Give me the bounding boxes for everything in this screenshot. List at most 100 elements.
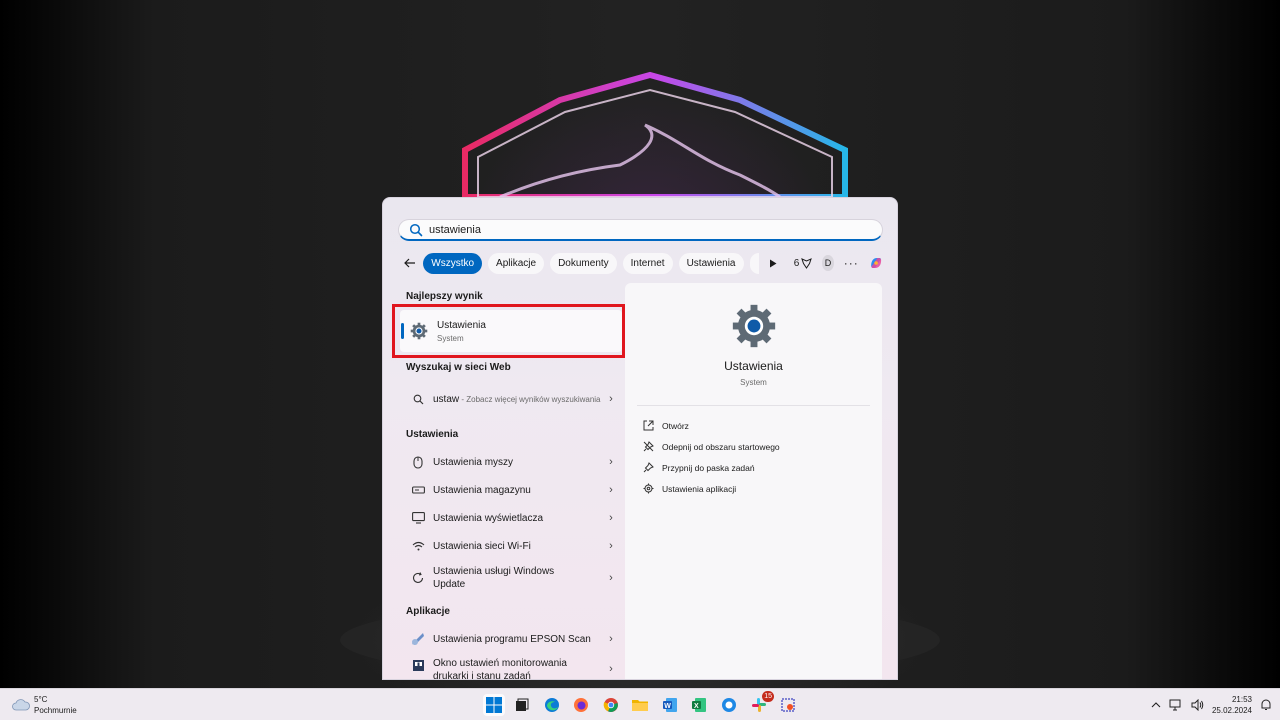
word-icon: W [663,698,677,712]
slack-app[interactable]: 15 [748,691,774,716]
printer-icon [410,657,426,673]
settings-result-label: Ustawienia wyświetlacza [433,512,544,524]
update-icon [410,570,426,586]
task-view-icon [516,698,529,711]
chevron-right-icon: › [609,393,613,405]
search-result-icon-wrap [410,391,426,407]
search-icon [409,223,423,236]
shield-app-icon [722,698,736,712]
preview-title: Ustawienia [724,359,783,373]
chevron-right-icon: › [609,663,613,675]
settings-result-label: Ustawienia myszy [433,456,514,468]
search-icon [413,394,423,404]
action-label: Otwórz [662,420,689,431]
start-button[interactable] [483,694,505,716]
excel-app[interactable]: X [688,694,710,716]
chevron-right-icon: › [609,572,613,584]
clock-date: 25.02.2024 [1211,706,1252,715]
more-filters-button[interactable] [765,253,779,274]
action-app-settings[interactable]: Ustawienia aplikacji [643,483,736,494]
snipping-tool-app[interactable] [777,694,799,716]
settings-result-mouse[interactable]: Ustawienia myszy › [400,450,622,474]
selection-indicator [401,323,404,339]
file-explorer-app[interactable] [629,694,651,716]
firefox-app[interactable] [570,694,592,716]
snip-icon [781,698,795,712]
task-view-button[interactable] [511,694,533,716]
volume-control[interactable] [1191,699,1204,711]
back-button[interactable] [403,253,417,273]
web-search-term: ustaw [433,393,460,405]
filter-row: Wszystko Aplikacje Dokumenty Internet Us… [403,252,883,274]
filter-chip-internet[interactable]: Internet [622,252,673,274]
chevron-right-icon: › [609,633,613,645]
filter-chip-documents[interactable]: Dokumenty [550,252,617,274]
app-result-label: Okno ustawień monitorowania drukarki i s… [433,658,567,680]
filter-chip-apps[interactable]: Aplikacje [488,252,545,274]
clock[interactable]: 21:53 25.02.2024 [1212,694,1252,716]
app-result-epson-scan[interactable]: Ustawienia programu EPSON Scan › [400,627,622,651]
firefox-icon [574,698,588,712]
settings-result-label: Ustawienia usługi Windows Update [433,566,555,590]
preview-subtitle: System [740,378,767,387]
excel-icon: X [692,698,706,712]
chevron-up-icon [1151,702,1161,708]
network-status[interactable] [1169,699,1183,711]
web-search-hint: - Zobacz więcej wyników wyszukiwania [459,394,601,404]
action-label: Ustawienia aplikacji [662,483,737,494]
chevron-right-icon: › [609,540,613,552]
section-best-result: Najlepszy wynik [406,291,483,302]
search-input[interactable] [429,223,849,236]
settings-result-label: Ustawienia magazynu [433,484,531,496]
pin-icon [643,462,654,473]
rewards-points[interactable]: 6 [794,258,813,269]
web-search-result[interactable]: ustaw - Zobacz więcej wyników wyszukiwan… [400,383,622,415]
notifications-button[interactable] [1260,699,1272,711]
action-label: Przypnij do paska zadań [662,462,755,473]
network-icon [1169,699,1181,711]
notification-badge: 15 [762,691,774,702]
settings-result-wifi[interactable]: Ustawienia sieci Wi-Fi › [400,534,622,558]
clock-time: 21:53 [1231,695,1252,704]
weather-widget[interactable]: 5°C Pochmurnie [12,695,77,715]
chrome-icon [603,698,618,712]
word-app[interactable]: W [659,694,681,716]
filter-chip-settings[interactable]: Ustawienia [678,252,744,274]
gear-icon [643,483,654,494]
action-open[interactable]: Otwórz [643,420,689,431]
weather-temperature: 5°C [34,695,48,704]
svg-text:X: X [694,703,699,710]
search-box[interactable] [398,219,883,241]
storage-icon [410,482,426,498]
more-options-button[interactable]: ··· [844,256,859,270]
edge-app[interactable] [541,694,563,716]
play-icon [769,259,777,267]
folder-icon [632,700,648,711]
weather-description: Pochmurnie [34,706,77,715]
best-result-subtitle: System [437,333,464,343]
best-result-item[interactable]: Ustawienia System [400,310,622,352]
settings-result-windows-update[interactable]: Ustawienia usługi Windows Update › [400,562,622,594]
chevron-right-icon: › [609,512,613,524]
security-app[interactable] [718,694,740,716]
speaker-icon [1191,699,1204,711]
account-avatar[interactable]: D [822,255,834,271]
display-icon [410,510,426,526]
copilot-icon[interactable] [869,253,883,273]
cloud-icon [12,699,30,711]
filter-chip-overflow[interactable] [749,252,760,274]
best-result-title: Ustawienia [437,319,486,331]
settings-gear-icon [732,304,776,348]
system-tray: 21:53 25.02.2024 [1151,689,1280,720]
mouse-icon [410,454,426,470]
chrome-app[interactable] [600,694,622,716]
action-pin-taskbar[interactable]: Przypnij do paska zadań [643,462,755,473]
filter-chip-all[interactable]: Wszystko [423,252,483,274]
tray-overflow-button[interactable] [1151,702,1161,708]
app-result-printer-monitor[interactable]: Okno ustawień monitorowania drukarki i s… [400,657,622,680]
results-list: Najlepszy wynik Ustawienia System Wyszuk… [383,283,625,680]
settings-result-storage[interactable]: Ustawienia magazynu › [400,478,622,502]
settings-result-display[interactable]: Ustawienia wyświetlacza › [400,506,622,530]
start-search-panel: Wszystko Aplikacje Dokumenty Internet Us… [382,197,898,680]
action-unpin-start[interactable]: Odepnij od obszaru startowego [643,441,780,452]
